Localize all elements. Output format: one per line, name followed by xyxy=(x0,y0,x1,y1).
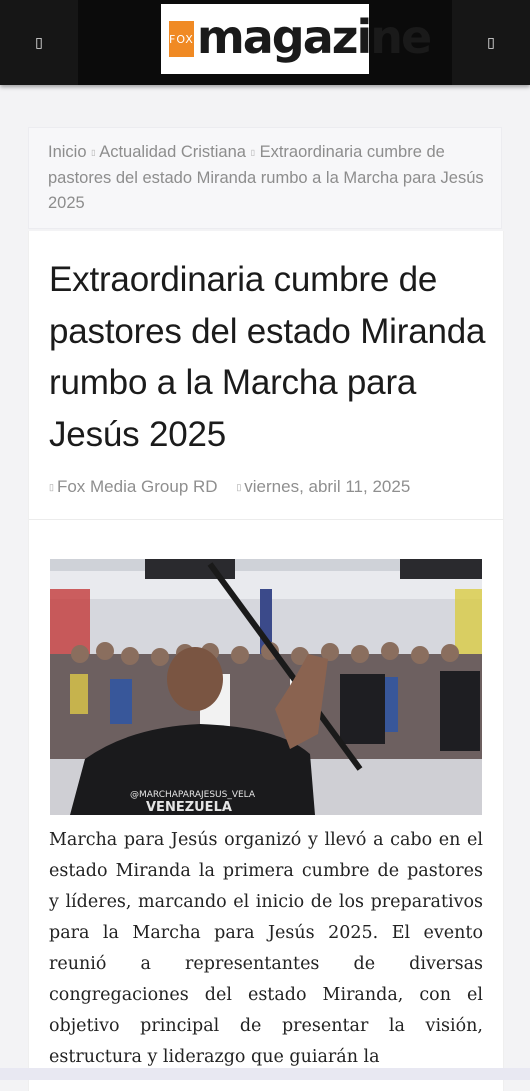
search-button[interactable]: ▯ xyxy=(452,0,530,85)
bottom-strip xyxy=(0,1068,530,1080)
breadcrumb-separator-icon: ▯ xyxy=(250,148,255,157)
logo-fox-box: FOX xyxy=(169,21,194,57)
breadcrumb-category-link[interactable]: Actualidad Cristiana xyxy=(99,143,246,161)
author-icon: ▯ xyxy=(49,482,54,493)
breadcrumb-card: Inicio ▯ Actualidad Cristiana ▯ Extraord… xyxy=(28,127,502,229)
calendar-icon: ▯ xyxy=(236,482,242,493)
article-body: Marcha para Jesús organizó y llevó a cab… xyxy=(49,830,483,1067)
shirt-handle-text: @MARCHAPARAJESUS_VELA xyxy=(130,790,256,800)
breadcrumb: Inicio ▯ Actualidad Cristiana ▯ Extraord… xyxy=(48,140,484,217)
menu-icon: ▯ xyxy=(35,34,43,51)
article-meta: ▯ Fox Media Group RD ▯ viernes, abril 11, … xyxy=(49,477,489,497)
top-bar: ▯ FOX magazine ▯ xyxy=(0,0,530,85)
search-icon: ▯ xyxy=(487,34,495,51)
article-card: Extraordinaria cumbre de pastores del es… xyxy=(28,231,504,1091)
article-title: Extraordinaria cumbre de pastores del es… xyxy=(49,260,486,454)
breadcrumb-home-link[interactable]: Inicio xyxy=(48,143,87,161)
meta-divider xyxy=(29,519,503,520)
event-photo-illustration: @MARCHAPARAJESUS_VELA VENEZUELA xyxy=(50,559,482,815)
breadcrumb-separator-icon: ▯ xyxy=(91,148,96,157)
shirt-country-text: VENEZUELA xyxy=(146,800,232,815)
author-link[interactable]: Fox Media Group RD xyxy=(57,477,218,496)
site-logo[interactable]: FOX magazine xyxy=(161,4,432,74)
article-photo[interactable]: @MARCHAPARAJESUS_VELA VENEZUELA xyxy=(50,559,482,815)
publish-date: viernes, abril 11, 2025 xyxy=(244,477,411,496)
menu-button[interactable]: ▯ xyxy=(0,0,78,85)
logo-wordmark: magazine xyxy=(196,10,432,64)
